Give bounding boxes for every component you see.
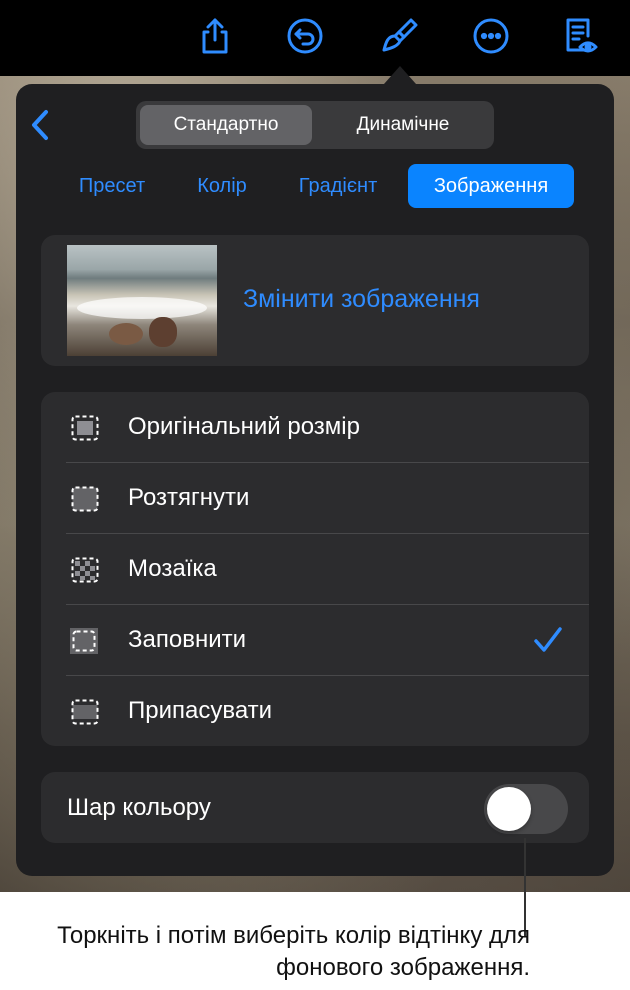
tab-preset[interactable]: Пресет (62, 164, 162, 208)
option-label: Заповнити (128, 626, 246, 653)
image-thumbnail (67, 245, 217, 356)
stretch-icon (71, 486, 99, 512)
reader-view-icon[interactable] (560, 16, 600, 56)
option-fill[interactable]: Заповнити (41, 605, 589, 676)
top-toolbar (0, 0, 630, 76)
fit-icon (71, 699, 99, 725)
callout-text: Торкніть і потім виберіть колір відтінку… (57, 922, 530, 981)
undo-icon[interactable] (285, 16, 325, 56)
format-brush-icon[interactable] (378, 16, 418, 56)
fill-type-tabs: Пресет Колір Градієнт Зображення (0, 164, 630, 208)
option-label: Оригінальний розмір (128, 413, 360, 440)
popover-arrow (384, 66, 416, 84)
tab-color[interactable]: Колір (180, 164, 264, 208)
segment-standard[interactable]: Стандартно (140, 105, 312, 145)
fill-icon (70, 628, 98, 654)
original-size-icon (71, 415, 99, 441)
color-layer-toggle[interactable] (484, 784, 568, 834)
tab-gradient[interactable]: Градієнт (282, 164, 394, 208)
tab-image[interactable]: Зображення (408, 164, 574, 208)
checkmark-icon (534, 627, 562, 652)
tile-icon (71, 557, 99, 583)
option-stretch[interactable]: Розтягнути (41, 463, 589, 534)
toggle-knob (487, 787, 531, 831)
image-card: Змінити зображення (41, 235, 589, 366)
more-icon[interactable] (471, 16, 511, 56)
option-tile[interactable]: Мозаїка (41, 534, 589, 605)
segment-dynamic[interactable]: Динамічне (316, 105, 490, 145)
option-original-size[interactable]: Оригінальний розмір (41, 392, 589, 463)
share-icon[interactable] (195, 16, 235, 56)
color-layer-row: Шар кольору (41, 772, 589, 843)
option-label: Мозаїка (128, 555, 217, 582)
option-label: Розтягнути (128, 484, 250, 511)
option-fit[interactable]: Припасувати (41, 676, 589, 747)
style-segmented-control: Стандартно Динамічне (136, 101, 494, 149)
color-layer-label: Шар кольору (67, 794, 211, 821)
fill-options-list: Оригінальний розмір Розтягнути Мозаїка З… (41, 392, 589, 746)
change-image-button[interactable]: Змінити зображення (243, 285, 480, 314)
back-chevron-icon[interactable] (26, 108, 56, 142)
option-label: Припасувати (128, 697, 273, 724)
